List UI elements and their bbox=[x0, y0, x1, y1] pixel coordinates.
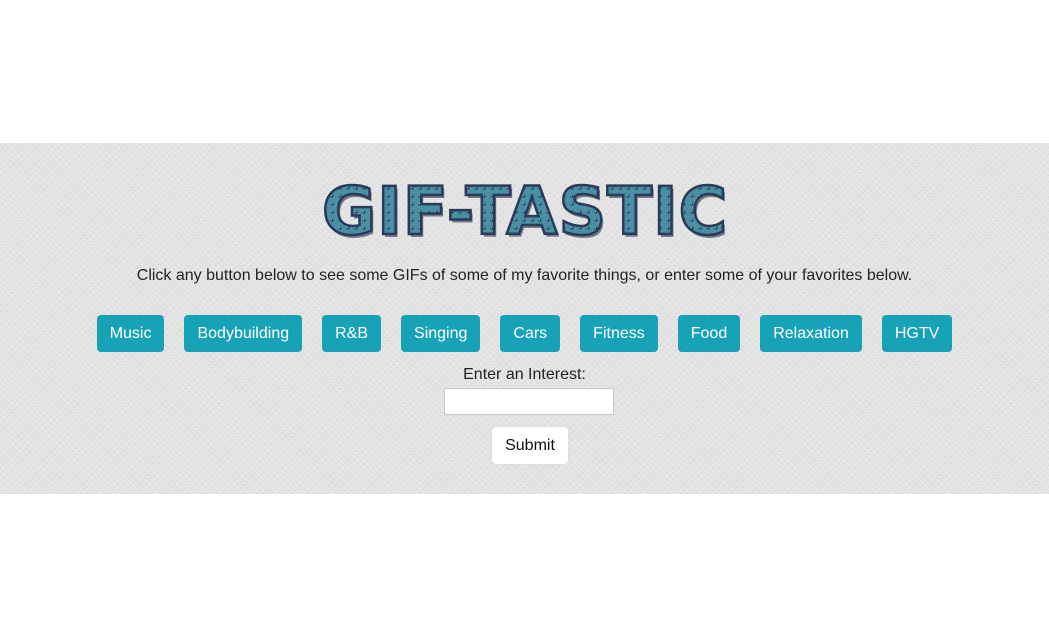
interest-input[interactable] bbox=[444, 388, 614, 415]
topic-button-hgtv[interactable]: HGTV bbox=[881, 315, 953, 352]
topic-button-row: Music Bodybuilding R&B Singing Cars Fitn… bbox=[0, 315, 1049, 352]
topic-button-fitness[interactable]: Fitness bbox=[580, 315, 658, 352]
topic-button-relaxation[interactable]: Relaxation bbox=[760, 315, 862, 352]
intro-text: Click any button below to see some GIFs … bbox=[136, 267, 913, 284]
topic-button-singing[interactable]: Singing bbox=[401, 315, 481, 352]
site-logo: GIF-TASTIC GIF-TASTIC bbox=[321, 176, 729, 246]
submit-button[interactable]: Submit bbox=[492, 427, 568, 464]
header-banner: GIF-TASTIC GIF-TASTIC Click any button b… bbox=[0, 143, 1049, 494]
interest-label: Enter an Interest: bbox=[463, 366, 586, 383]
topic-button-bodybuilding[interactable]: Bodybuilding bbox=[184, 315, 303, 352]
topic-button-music[interactable]: Music bbox=[96, 315, 165, 352]
topic-button-food[interactable]: Food bbox=[677, 315, 741, 352]
topic-button-cars[interactable]: Cars bbox=[500, 315, 561, 352]
topic-button-rnb[interactable]: R&B bbox=[322, 315, 382, 352]
logo-text: GIF-TASTIC bbox=[322, 176, 728, 246]
